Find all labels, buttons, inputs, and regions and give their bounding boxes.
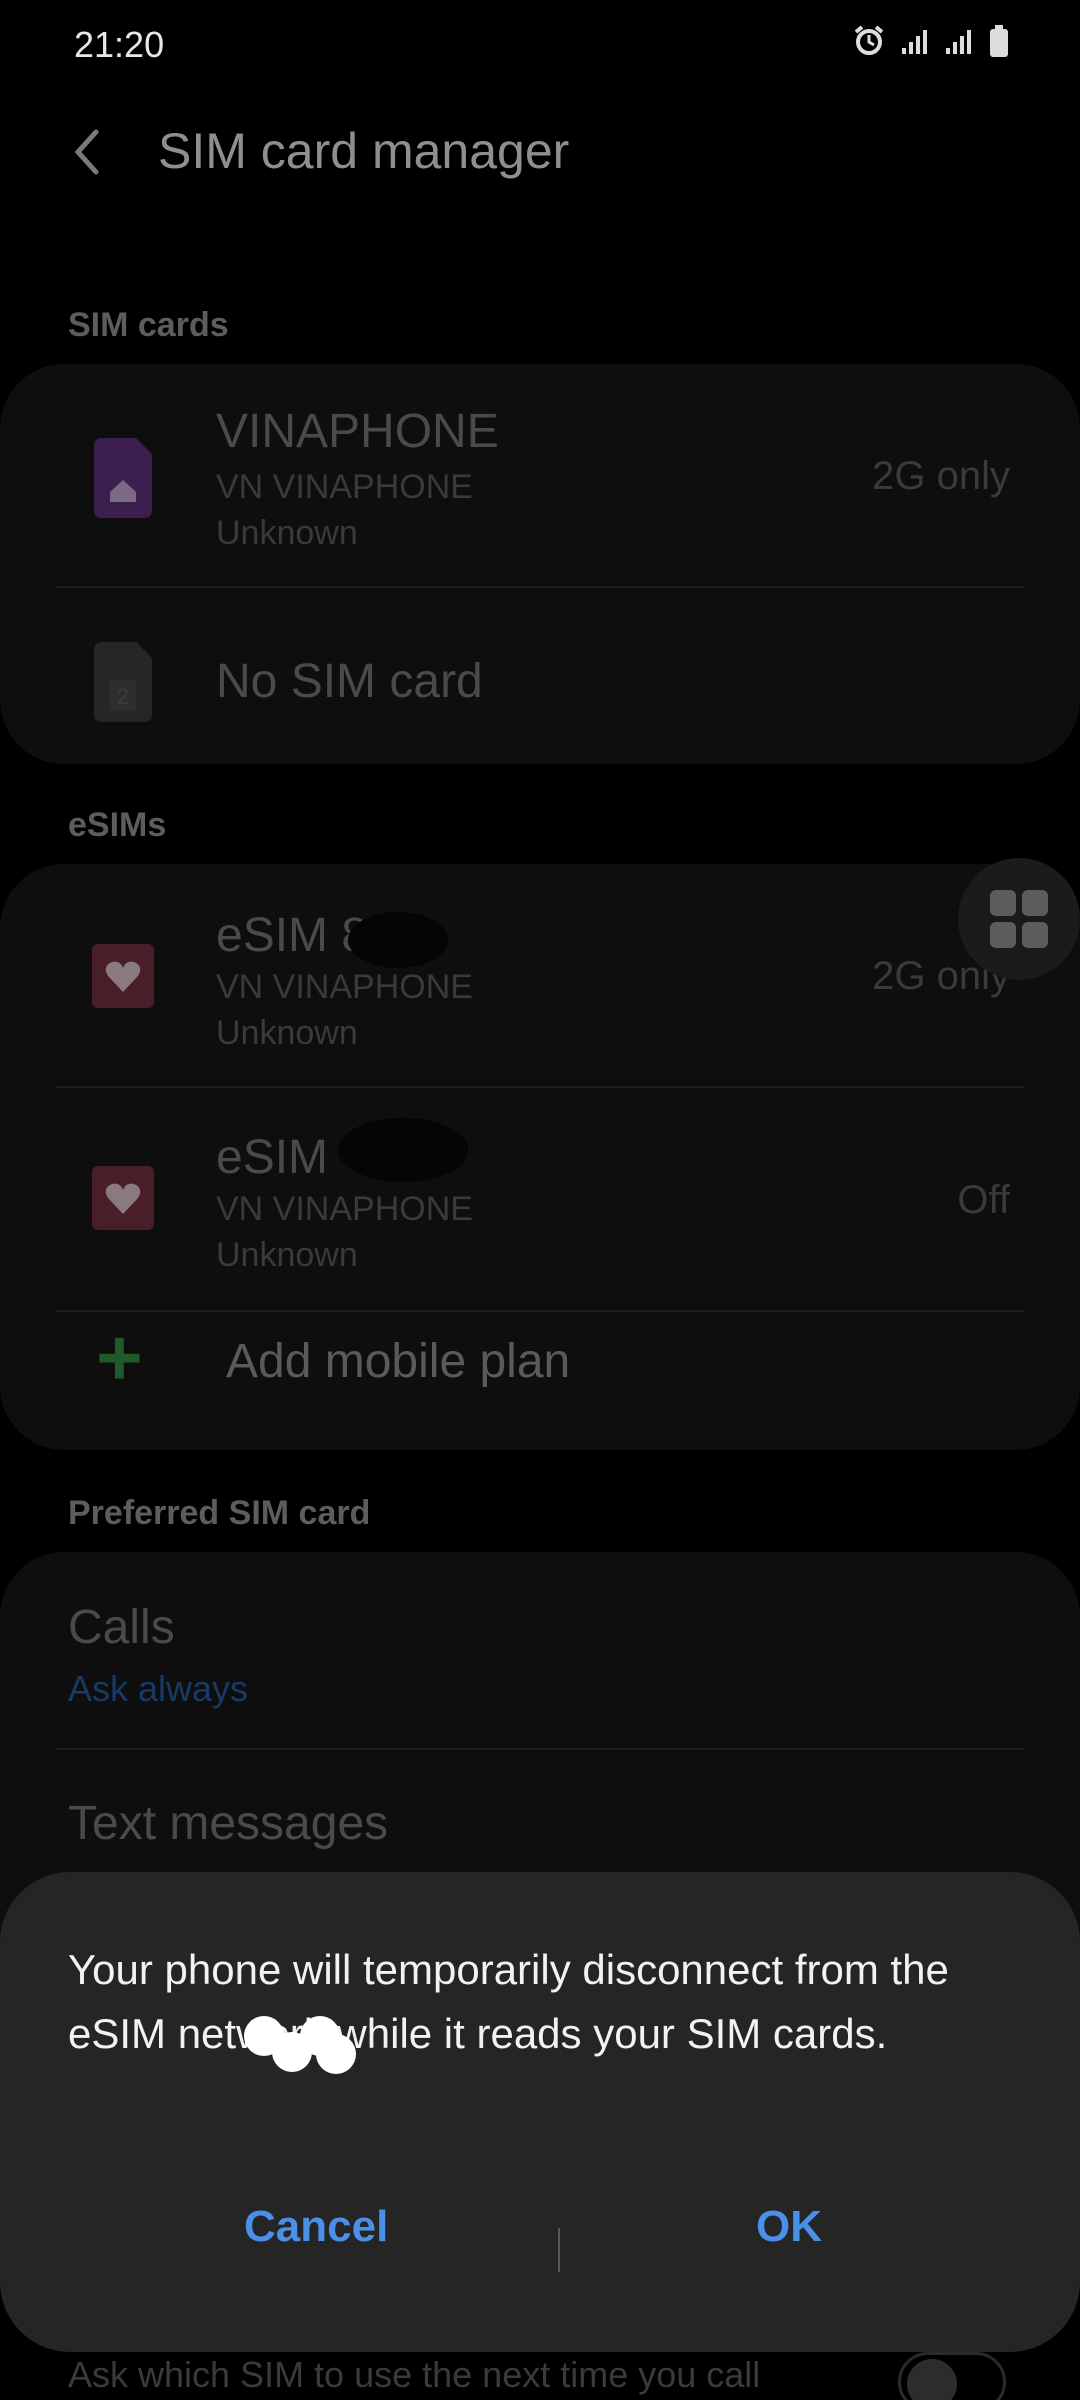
section-label-preferred: Preferred SIM card (68, 1494, 371, 1532)
status-time: 21:20 (74, 24, 165, 65)
disconnect-dialog: Your phone will temporarily disconnect f… (0, 1872, 1080, 2352)
add-plan-label: Add mobile plan (226, 1335, 571, 1388)
alarm-icon (854, 25, 884, 55)
texts-title: Text messages (68, 1797, 389, 1850)
cancel-button[interactable]: Cancel (244, 2202, 388, 2252)
sim-item-vinaphone[interactable]: VINAPHONE VN VINAPHONE Unknown 2G only (0, 364, 1080, 586)
pref-calls[interactable]: Calls Ask always (0, 1552, 1080, 1748)
battery-icon (990, 25, 1008, 57)
button-separator (558, 2228, 560, 2272)
sim-network: VN VINAPHONE (216, 468, 473, 506)
esim-name: eSIM (216, 1131, 329, 1184)
esim-status: Unknown (216, 1236, 358, 1274)
toggle-knob (907, 2359, 957, 2400)
sim-mode: 2G only (872, 454, 1010, 498)
esim-heart-icon (92, 1166, 154, 1230)
calls-value: Ask always (68, 1668, 249, 1709)
calls-title: Calls (68, 1601, 175, 1654)
page-title: SIM card manager (158, 123, 570, 179)
svg-text:2: 2 (117, 684, 129, 709)
esim-mode: Off (957, 1178, 1010, 1222)
sim1-icon (94, 438, 152, 518)
section-label-esims: eSIMs (68, 806, 167, 844)
grid-icon (990, 890, 1016, 916)
esim-name: eSIM 8 (216, 909, 369, 962)
status-icons (852, 24, 1010, 58)
grid-icon-square (990, 922, 1016, 948)
grid-icon-square (1022, 922, 1048, 948)
sim-name: VINAPHONE (216, 405, 499, 458)
signal-icon (946, 30, 971, 54)
app-header: SIM card manager (0, 110, 1080, 200)
redaction-mark (348, 912, 448, 968)
sim-cards-card: VINAPHONE VN VINAPHONE Unknown 2G only 2… (0, 364, 1080, 764)
esims-card: eSIM 8 VN VINAPHONE Unknown 2G only eSIM… (0, 864, 1080, 1450)
section-label-sim-cards: SIM cards (68, 306, 229, 344)
ask-next-time-hint: Ask which SIM to use the next time you c… (68, 2354, 761, 2395)
back-arrow-icon[interactable] (60, 122, 120, 182)
add-mobile-plan-button[interactable]: + Add mobile plan (0, 1312, 1080, 1450)
esim-item-1[interactable]: eSIM 8 VN VINAPHONE Unknown 2G only (0, 864, 1080, 1086)
sim-status: Unknown (216, 514, 358, 552)
redaction-mark (316, 2034, 356, 2074)
no-sim-label: No SIM card (216, 655, 483, 708)
signal-icon (902, 30, 927, 54)
dialog-message: Your phone will temporarily disconnect f… (68, 1946, 949, 2057)
esim-network: VN VINAPHONE (216, 968, 473, 1006)
esim-network: VN VINAPHONE (216, 1190, 473, 1228)
sim-item-empty: 2 No SIM card (0, 588, 1080, 764)
grid-icon-square (1022, 890, 1048, 916)
plus-icon: + (96, 1313, 143, 1402)
status-bar: 21:20 (0, 0, 1080, 90)
redaction-mark (338, 1118, 468, 1182)
ask-sim-toggle[interactable] (898, 2352, 1006, 2400)
floating-apps-button[interactable] (958, 858, 1080, 980)
esim-item-2[interactable]: eSIM VN VINAPHONE Unknown Off (0, 1088, 1080, 1310)
ok-button[interactable]: OK (756, 2202, 822, 2252)
sim2-icon: 2 (94, 642, 152, 722)
esim-status: Unknown (216, 1014, 358, 1052)
esim-heart-icon (92, 944, 154, 1008)
